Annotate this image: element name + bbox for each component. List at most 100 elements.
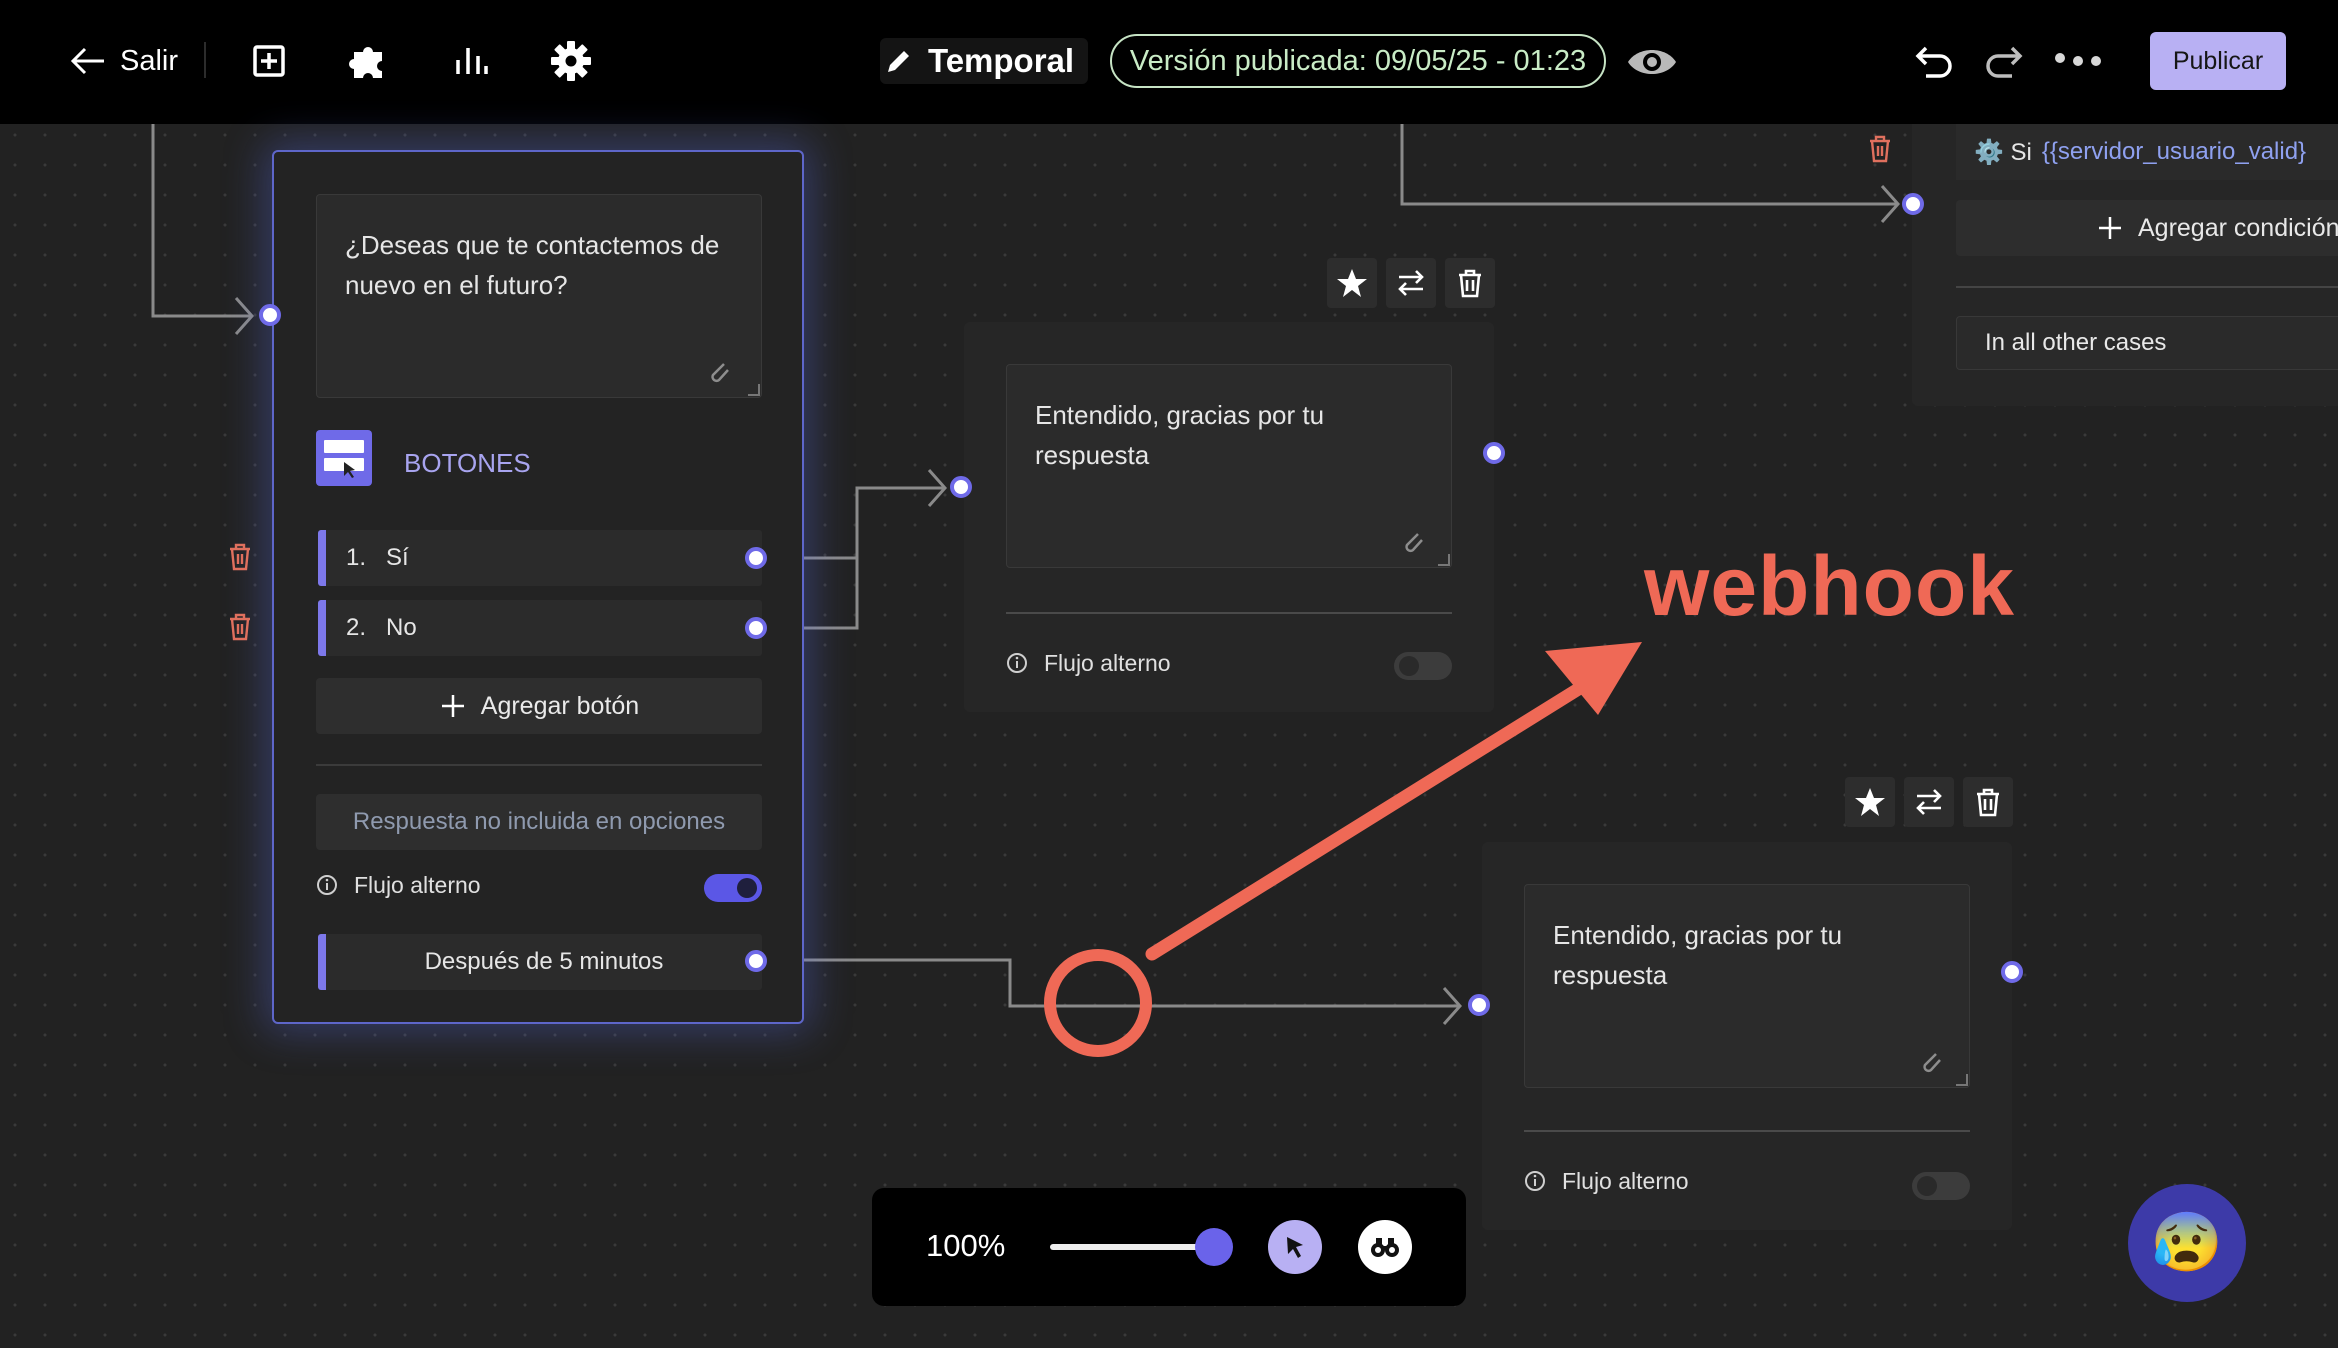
- arrow-left-icon: [70, 47, 104, 75]
- option-1-output-port[interactable]: [745, 547, 767, 569]
- integrations-button[interactable]: [346, 38, 392, 84]
- support-chat-button[interactable]: 😰: [2128, 1184, 2246, 1302]
- question-message: ¿Deseas que te contactemos de nuevo en e…: [345, 230, 720, 300]
- settings-button[interactable]: [548, 38, 594, 84]
- reply-bottom-output-port[interactable]: [2001, 961, 2023, 983]
- reply-message: Entendido, gracias por tu respuesta: [1035, 400, 1325, 470]
- condition-input-port[interactable]: [1902, 193, 1924, 215]
- connector-option-si: [804, 486, 945, 560]
- reply-node-bottom[interactable]: Entendido, gracias por tu respuesta Fluj…: [1482, 842, 2012, 1230]
- condition-row[interactable]: ⚙️ Si {{servidor_usuario_valid}: [1956, 124, 2338, 180]
- alt-flow-toggle[interactable]: [1912, 1172, 1970, 1200]
- alt-flow-label: Flujo alterno: [1044, 650, 1171, 676]
- divider: [1006, 612, 1452, 614]
- trash-icon[interactable]: [226, 542, 254, 572]
- published-version-badge: Versión publicada: 09/05/25 - 01:23: [1110, 34, 1606, 88]
- redo-button[interactable]: [1980, 38, 2026, 84]
- eye-icon: [1628, 50, 1676, 74]
- redo-icon: [1986, 46, 2023, 78]
- paperclip-icon[interactable]: [704, 356, 732, 384]
- connector-into-condition: [1400, 124, 1898, 206]
- gear-icon: [551, 41, 591, 81]
- flow-name-text: Temporal: [928, 42, 1075, 79]
- fallback-response-field[interactable]: Respuesta no incluida en opciones: [316, 794, 762, 850]
- paperclip-icon[interactable]: [1916, 1046, 1944, 1074]
- favorite-button[interactable]: [1845, 777, 1895, 827]
- info-icon: [1525, 1171, 1545, 1191]
- swap-button[interactable]: [1386, 258, 1436, 308]
- reply-node-top[interactable]: Entendido, gracias por tu respuesta Fluj…: [964, 322, 1494, 712]
- annotation-circle: [1044, 949, 1152, 1057]
- condition-variable: {{servidor_usuario_valid}: [2041, 138, 2307, 165]
- plus-icon: [2099, 217, 2121, 239]
- reply-top-output-port[interactable]: [1483, 442, 1505, 464]
- delete-button[interactable]: [1963, 777, 2013, 827]
- add-button-label: Agregar botón: [480, 691, 640, 720]
- select-tool-button[interactable]: [1268, 1220, 1322, 1274]
- undo-icon: [1915, 46, 1952, 78]
- more-options-button[interactable]: [2054, 38, 2102, 84]
- info-icon: [1007, 653, 1027, 673]
- question-node[interactable]: ¿Deseas que te contactemos de nuevo en e…: [272, 150, 804, 1024]
- support-emoji-icon: 😰: [2150, 1210, 2224, 1275]
- paperclip-icon[interactable]: [1398, 526, 1426, 554]
- top-bar: Salir Temporal Versión publicada: 09/05/…: [0, 0, 2338, 124]
- other-cases-row[interactable]: In all other cases: [1956, 316, 2338, 370]
- undo-button[interactable]: [1912, 38, 1958, 84]
- puzzle-icon: [349, 47, 382, 78]
- trash-icon[interactable]: [1866, 134, 1894, 164]
- divider: [1956, 286, 2338, 288]
- option-button-1[interactable]: 1. Sí: [318, 530, 762, 586]
- preview-button[interactable]: [1626, 36, 1678, 88]
- publish-button[interactable]: Publicar: [2150, 32, 2286, 90]
- connector-into-question: [151, 124, 252, 318]
- zoom-slider-thumb[interactable]: [1195, 1228, 1233, 1266]
- analytics-button[interactable]: [448, 38, 494, 84]
- alt-flow-label: Flujo alterno: [354, 872, 481, 898]
- plus-icon: [441, 695, 464, 717]
- option-label: Sí: [386, 544, 409, 571]
- reply-bottom-input-port[interactable]: [1468, 994, 1490, 1016]
- swap-button[interactable]: [1904, 777, 1954, 827]
- question-message-box[interactable]: ¿Deseas que te contactemos de nuevo en e…: [316, 194, 762, 398]
- alt-flow-toggle[interactable]: [1394, 652, 1452, 680]
- add-condition-label: Agregar condición: [2138, 213, 2338, 242]
- zoom-level: 100%: [926, 1228, 1006, 1263]
- resize-handle[interactable]: [748, 384, 760, 396]
- info-icon: [317, 875, 337, 895]
- divider: [1524, 1130, 1970, 1132]
- reply-top-input-port[interactable]: [950, 476, 972, 498]
- binoculars-icon: [1371, 1238, 1399, 1257]
- annotation-label: webhook: [1644, 539, 2016, 633]
- option-2-output-port[interactable]: [745, 617, 767, 639]
- option-button-2[interactable]: 2. No: [318, 600, 762, 656]
- buttons-block-icon: [316, 430, 372, 486]
- more-dots-icon: [2055, 53, 2101, 66]
- resize-handle[interactable]: [1956, 1074, 1968, 1086]
- delete-button[interactable]: [1445, 258, 1495, 308]
- timeout-row[interactable]: Después de 5 minutos: [318, 934, 762, 990]
- add-block-button[interactable]: [246, 38, 292, 84]
- bar-chart-icon: [456, 48, 488, 74]
- star-icon: [1337, 269, 1367, 297]
- star-icon: [1855, 788, 1885, 816]
- alt-flow-toggle[interactable]: [704, 874, 762, 902]
- add-button-button[interactable]: Agregar botón: [316, 678, 762, 734]
- favorite-button[interactable]: [1327, 258, 1377, 308]
- exit-button[interactable]: Salir: [70, 36, 178, 86]
- option-number: 2.: [346, 614, 367, 641]
- condition-node[interactable]: ⚙️ Si {{servidor_usuario_valid} Agregar …: [1912, 124, 2338, 406]
- timeout-output-port[interactable]: [745, 950, 767, 972]
- resize-handle[interactable]: [1438, 554, 1450, 566]
- flow-name[interactable]: Temporal: [880, 38, 1088, 84]
- buttons-section-title: BOTONES: [404, 448, 531, 478]
- add-condition-button[interactable]: Agregar condición: [1956, 200, 2338, 256]
- swap-arrows-icon: [1398, 270, 1424, 296]
- reply-message-box[interactable]: Entendido, gracias por tu respuesta: [1524, 884, 1970, 1088]
- reply-message-box[interactable]: Entendido, gracias por tu respuesta: [1006, 364, 1452, 568]
- trash-icon[interactable]: [226, 612, 254, 642]
- reply-message: Entendido, gracias por tu respuesta: [1553, 920, 1843, 990]
- find-button[interactable]: [1358, 1220, 1412, 1274]
- condition-prefix: ⚙️ Si: [1974, 138, 2032, 166]
- question-input-port[interactable]: [259, 304, 281, 326]
